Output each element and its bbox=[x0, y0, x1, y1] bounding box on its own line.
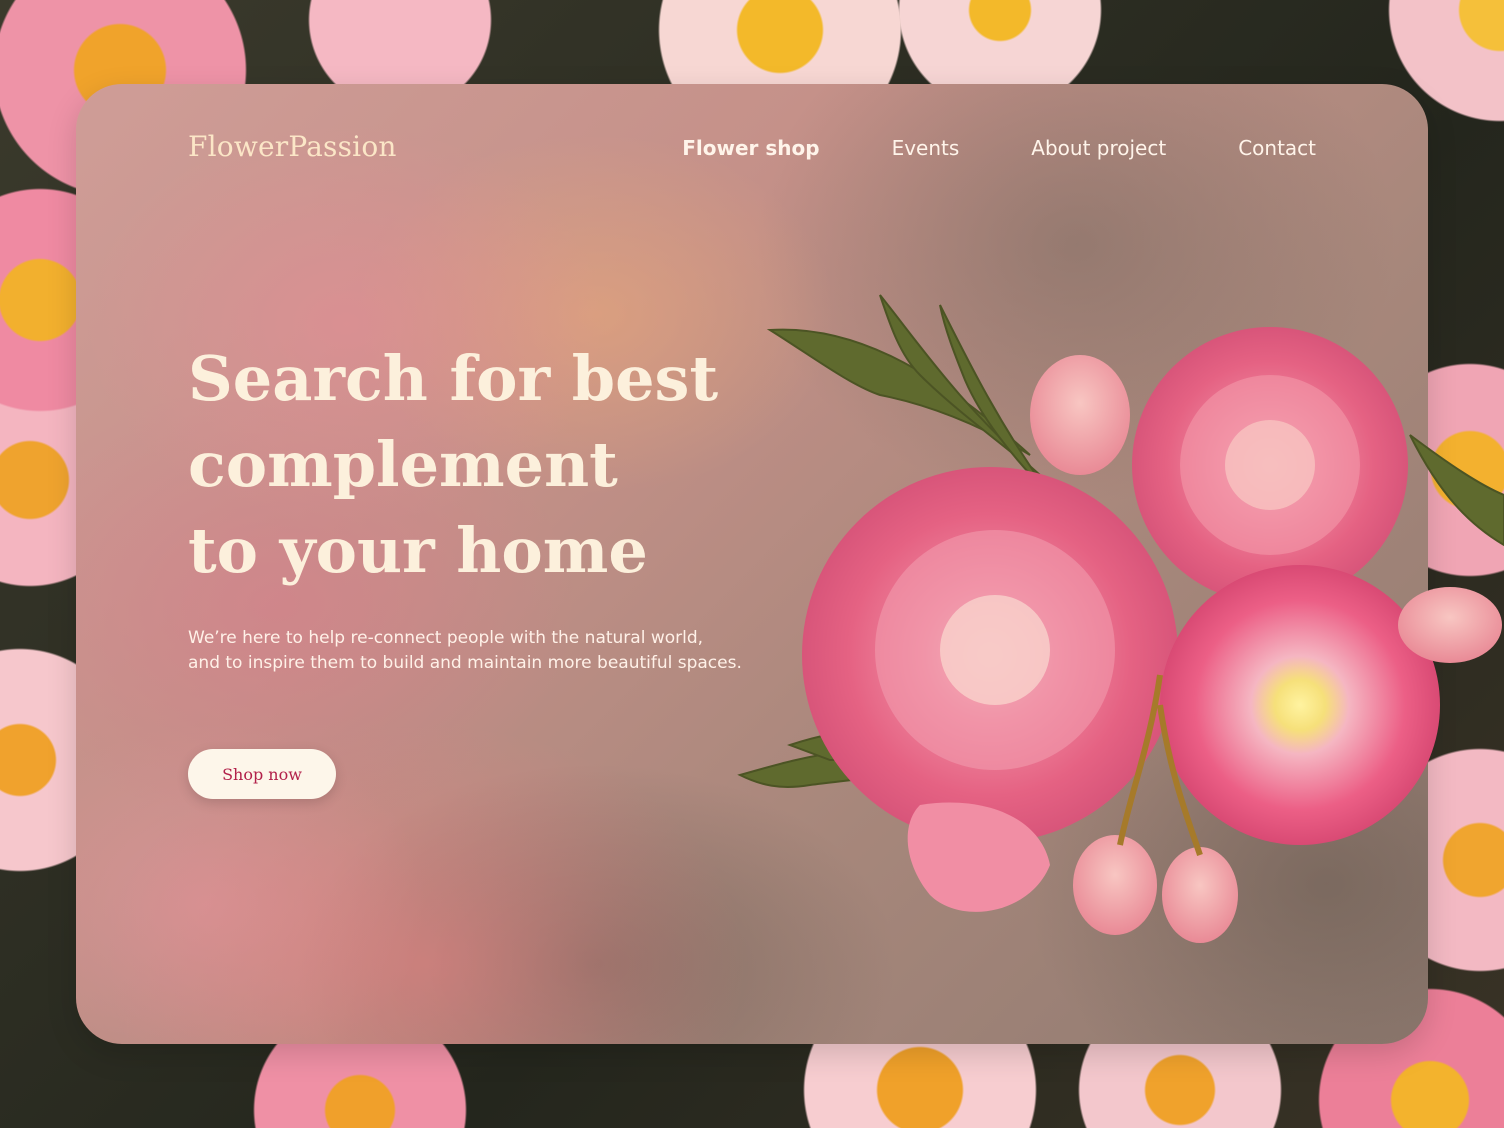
hero-subtitle: We’re here to help re-connect people wit… bbox=[188, 626, 748, 676]
nav-item-flower-shop[interactable]: Flower shop bbox=[682, 136, 819, 160]
hero-title: Search for best complement to your home bbox=[188, 336, 748, 594]
hero-title-line: Search for best bbox=[188, 342, 719, 415]
main-nav: Flower shop Events About project Contact bbox=[682, 136, 1316, 160]
nav-item-about-project[interactable]: About project bbox=[1031, 136, 1166, 160]
shop-now-button[interactable]: Shop now bbox=[188, 749, 336, 799]
nav-item-contact[interactable]: Contact bbox=[1238, 136, 1316, 160]
hero-subtitle-line: and to inspire them to build and maintai… bbox=[188, 653, 742, 673]
hero-title-line: complement bbox=[188, 428, 618, 501]
nav-item-events[interactable]: Events bbox=[892, 136, 960, 160]
brand-logo[interactable]: FlowerPassion bbox=[188, 130, 397, 163]
hero-title-line: to your home bbox=[188, 514, 648, 587]
hero-subtitle-line: We’re here to help re-connect people wit… bbox=[188, 628, 704, 648]
rose-bouquet-image bbox=[737, 294, 1504, 943]
